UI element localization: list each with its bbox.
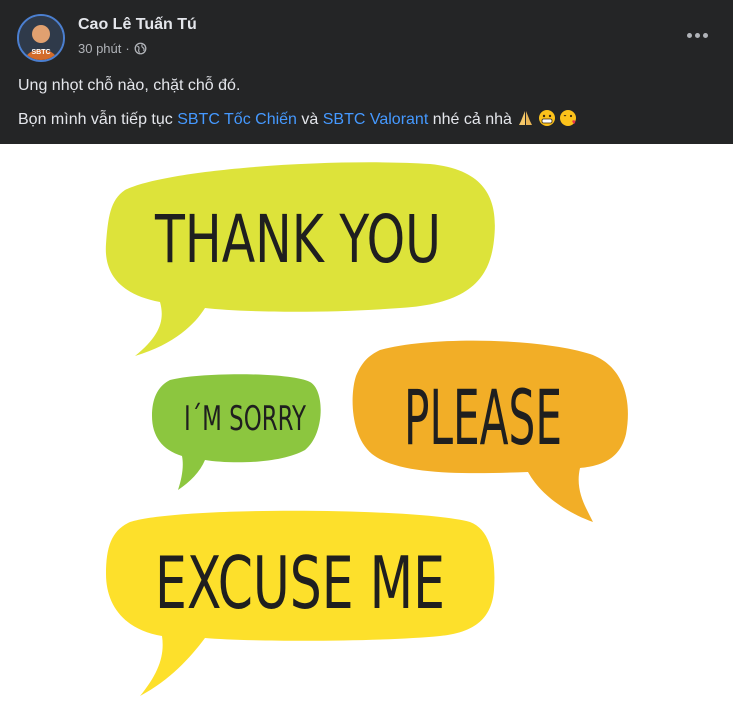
- folded-hands-icon: [519, 111, 533, 125]
- emoji-group: [519, 110, 577, 126]
- post-meta: 30 phút ·: [78, 41, 147, 56]
- avatar-image: SBTC: [19, 16, 63, 60]
- dot: [694, 32, 700, 38]
- face-blowing-kiss-icon: [560, 110, 577, 126]
- caption-prefix: Bọn mình vẫn tiếp tục: [18, 111, 178, 128]
- caption-suffix: nhé cả nhà: [428, 111, 517, 128]
- meta-separator: ·: [125, 41, 130, 56]
- dot: [702, 32, 708, 38]
- caption-line-2: Bọn mình vẫn tiếp tục SBTC Tốc Chiến và …: [18, 109, 578, 130]
- post-time[interactable]: 30 phút: [78, 41, 121, 56]
- link-sbtc-valorant[interactable]: SBTC Valorant: [323, 111, 429, 128]
- post-image[interactable]: THANK YOU PLEASE I´M SORRY EXCUSE ME: [0, 144, 733, 704]
- bubble-please: PLEASE: [352, 340, 628, 522]
- bubble-im-sorry: I´M SORRY: [152, 374, 321, 490]
- grimacing-face-icon: [539, 110, 556, 126]
- dot: [686, 32, 692, 38]
- more-options-icon[interactable]: [679, 22, 715, 48]
- bubble-excuse-me: EXCUSE ME: [106, 510, 495, 696]
- bubble-text-excuse-me: EXCUSE ME: [155, 541, 445, 625]
- link-sbtc-toc-chien[interactable]: SBTC Tốc Chiến: [177, 111, 297, 128]
- caption-mid: và: [296, 111, 323, 128]
- bubble-thank-you: THANK YOU: [105, 162, 495, 356]
- globe-icon[interactable]: [134, 42, 147, 55]
- bubble-text-please: PLEASE: [404, 373, 562, 462]
- bubble-text-thank-you: THANK YOU: [154, 201, 441, 278]
- bubble-text-im-sorry: I´M SORRY: [184, 399, 306, 439]
- author-avatar[interactable]: SBTC: [17, 14, 65, 62]
- author-name[interactable]: Cao Lê Tuấn Tú: [78, 16, 197, 34]
- avatar-badge: SBTC: [31, 49, 50, 56]
- caption-line-1: Ung nhọt chỗ nào, chặt chỗ đó.: [18, 77, 241, 94]
- post-caption: Ung nhọt chỗ nào, chặt chỗ đó. Bọn mình …: [18, 76, 578, 143]
- post-header: SBTC Cao Lê Tuấn Tú 30 phút ·: [0, 0, 733, 70]
- speech-bubbles-illustration: THANK YOU PLEASE I´M SORRY EXCUSE ME: [105, 162, 628, 696]
